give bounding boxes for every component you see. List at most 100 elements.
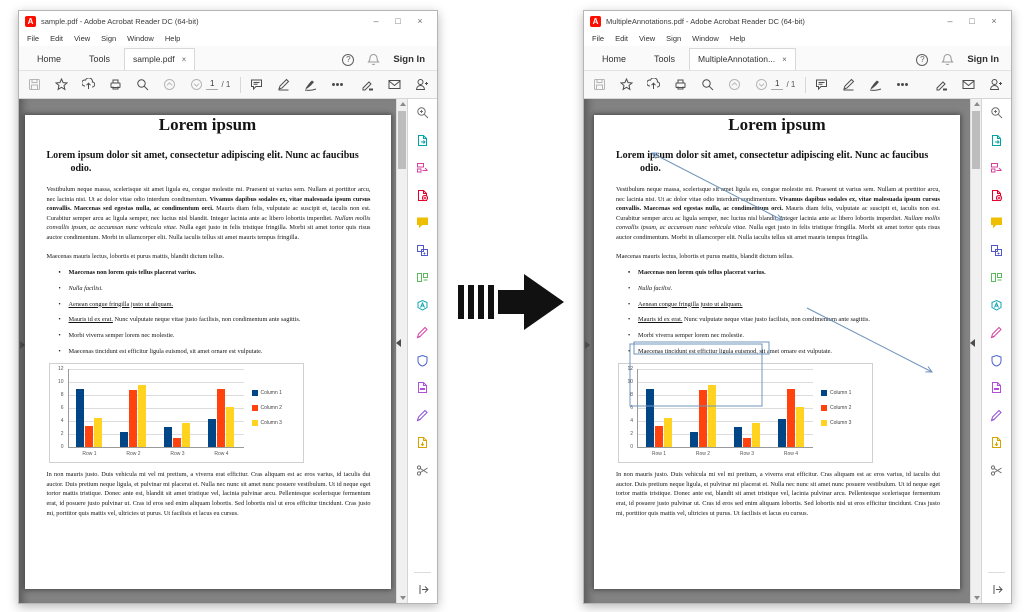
more-tools-icon[interactable] (988, 462, 1005, 479)
combine-files-icon[interactable] (988, 242, 1005, 259)
menu-view[interactable]: View (74, 34, 90, 43)
menu-help[interactable]: Help (730, 34, 745, 43)
compress-icon[interactable] (988, 434, 1005, 451)
search-tools-icon[interactable] (414, 104, 431, 121)
page-scroll-area[interactable]: Lorem ipsum Lorem ipsum dolor sit amet, … (19, 99, 396, 603)
menu-view[interactable]: View (639, 34, 655, 43)
tab-tools[interactable]: Tools (640, 49, 689, 70)
left-pane-handle-icon[interactable] (585, 341, 590, 349)
save-icon[interactable] (592, 77, 607, 92)
print-icon[interactable] (108, 77, 123, 92)
scroll-up-icon[interactable] (400, 102, 406, 106)
edit-pdf-icon[interactable] (414, 159, 431, 176)
create-pdf-icon[interactable] (988, 187, 1005, 204)
minimize-button[interactable]: – (939, 14, 961, 28)
certificates-icon[interactable] (414, 407, 431, 424)
sign-in-button[interactable]: Sign In (393, 54, 425, 66)
maximize-button[interactable]: □ (387, 14, 409, 28)
upload-icon[interactable] (81, 77, 96, 92)
menu-file[interactable]: File (27, 34, 39, 43)
vertical-scrollbar[interactable] (396, 99, 407, 603)
fill-sign-icon[interactable] (988, 324, 1005, 341)
more-tools-icon[interactable] (414, 462, 431, 479)
email-icon[interactable] (387, 77, 402, 92)
fill-sign-icon[interactable] (414, 324, 431, 341)
scrollbar-thumb[interactable] (972, 111, 980, 169)
titlebar[interactable]: A sample.pdf - Adobe Acrobat Reader DC (… (19, 11, 437, 31)
export-pdf-icon[interactable] (414, 132, 431, 149)
expand-pane-icon[interactable] (982, 584, 1012, 595)
protect-icon[interactable] (414, 352, 431, 369)
minimize-button[interactable]: – (365, 14, 387, 28)
help-icon[interactable]: ? (916, 54, 928, 66)
page-number-field[interactable]: 1 (206, 79, 218, 90)
vertical-scrollbar[interactable] (970, 99, 981, 603)
pencil-icon[interactable] (841, 77, 856, 92)
maximize-button[interactable]: □ (961, 14, 983, 28)
expand-pane-icon[interactable] (408, 584, 438, 595)
tab-home[interactable]: Home (588, 49, 640, 70)
upload-icon[interactable] (646, 77, 661, 92)
menu-window[interactable]: Window (692, 34, 719, 43)
page-scroll-area[interactable]: Lorem ipsum Lorem ipsum dolor sit amet, … (584, 99, 970, 603)
edit-pdf-icon[interactable] (988, 159, 1005, 176)
scroll-up-icon[interactable] (974, 102, 980, 106)
more-icon[interactable] (330, 77, 345, 92)
save-icon[interactable] (27, 77, 42, 92)
scan-ocr-icon[interactable] (988, 297, 1005, 314)
tools-pane-handle-icon[interactable] (970, 339, 975, 347)
export-pdf-icon[interactable] (988, 132, 1005, 149)
menu-window[interactable]: Window (127, 34, 154, 43)
tab-close-icon[interactable]: × (782, 55, 787, 64)
search-icon[interactable] (700, 77, 715, 92)
redact-icon[interactable] (414, 379, 431, 396)
tab-tools[interactable]: Tools (75, 49, 124, 70)
compress-icon[interactable] (414, 434, 431, 451)
help-icon[interactable]: ? (342, 54, 354, 66)
menu-sign[interactable]: Sign (101, 34, 116, 43)
tab-home[interactable]: Home (23, 49, 75, 70)
menu-edit[interactable]: Edit (615, 34, 628, 43)
tab-close-icon[interactable]: × (182, 55, 187, 64)
protect-icon[interactable] (988, 352, 1005, 369)
scroll-down-icon[interactable] (400, 596, 406, 600)
comment-icon[interactable] (988, 214, 1005, 231)
search-icon[interactable] (135, 77, 150, 92)
bell-icon[interactable] (366, 52, 381, 67)
sign-icon[interactable] (303, 77, 318, 92)
certificates-icon[interactable] (988, 407, 1005, 424)
share-icon[interactable] (934, 77, 949, 92)
search-tools-icon[interactable] (988, 104, 1005, 121)
page-up-icon[interactable] (162, 77, 177, 92)
titlebar[interactable]: A MultipleAnnotations.pdf - Adobe Acroba… (584, 11, 1011, 31)
scan-ocr-icon[interactable] (414, 297, 431, 314)
combine-files-icon[interactable] (414, 242, 431, 259)
menu-help[interactable]: Help (165, 34, 180, 43)
page-down-icon[interactable] (754, 77, 769, 92)
comment-icon[interactable] (414, 214, 431, 231)
print-icon[interactable] (673, 77, 688, 92)
close-button[interactable]: × (409, 14, 431, 28)
bell-icon[interactable] (940, 52, 955, 67)
organize-pages-icon[interactable] (988, 269, 1005, 286)
scrollbar-thumb[interactable] (398, 111, 406, 169)
sign-icon[interactable] (868, 77, 883, 92)
tab-document[interactable]: MultipleAnnotation... × (689, 48, 796, 70)
close-button[interactable]: × (983, 14, 1005, 28)
more-icon[interactable] (895, 77, 910, 92)
menu-sign[interactable]: Sign (666, 34, 681, 43)
sign-in-button[interactable]: Sign In (967, 54, 999, 66)
tools-pane-handle-icon[interactable] (396, 339, 401, 347)
scroll-down-icon[interactable] (974, 596, 980, 600)
account-icon[interactable] (988, 77, 1003, 92)
account-icon[interactable] (414, 77, 429, 92)
email-icon[interactable] (961, 77, 976, 92)
comment-icon[interactable] (814, 77, 829, 92)
page-number-field[interactable]: 1 (771, 79, 783, 90)
redact-icon[interactable] (988, 379, 1005, 396)
organize-pages-icon[interactable] (414, 269, 431, 286)
menu-file[interactable]: File (592, 34, 604, 43)
page-down-icon[interactable] (189, 77, 204, 92)
pencil-icon[interactable] (276, 77, 291, 92)
create-pdf-icon[interactable] (414, 187, 431, 204)
